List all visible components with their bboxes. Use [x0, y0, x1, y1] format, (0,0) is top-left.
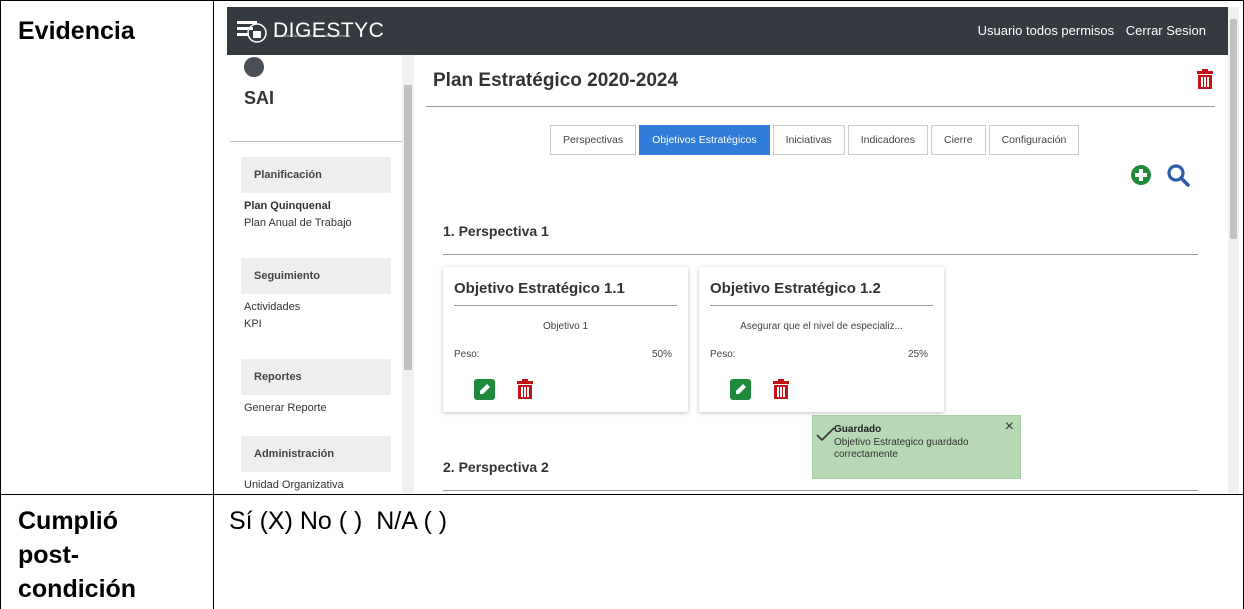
sidebar-item-unidad-organizativa[interactable]: Unidad Organizativa: [244, 479, 344, 491]
perspective-1-title: 1. Perspectiva 1: [443, 223, 549, 239]
pencil-icon: [736, 384, 746, 394]
card-weight-value: 25%: [907, 349, 928, 360]
table-border: [213, 0, 214, 609]
card-weight-value: 50%: [651, 349, 672, 360]
sidebar: SAI Planificación Plan Quinquenal Plan A…: [227, 55, 414, 493]
tab-cierre[interactable]: Cierre: [930, 125, 986, 155]
user-menu: Usuario todos permisos Cerrar Sesion: [970, 23, 1206, 38]
card-divider: [710, 305, 933, 306]
sai-logo-icon: [244, 57, 264, 77]
delete-plan-button[interactable]: [1196, 69, 1214, 94]
post-condition-label-3: condición: [18, 575, 137, 603]
digestyc-logo[interactable]: DIGESTYC: [237, 17, 384, 45]
toast-message: Objetivo Estrategico guardado correctame…: [834, 437, 969, 460]
perspective-2-title: 2. Perspectiva 2: [443, 459, 549, 475]
search-button[interactable]: [1166, 163, 1190, 192]
pencil-icon: [480, 384, 490, 394]
edit-button[interactable]: [730, 379, 751, 400]
edit-button[interactable]: [474, 379, 495, 400]
perspective-2-divider: [443, 490, 1198, 491]
sidebar-section-seguimiento[interactable]: Seguimiento: [241, 258, 391, 294]
trash-icon: [517, 379, 533, 399]
page-title: Plan Estratégico 2020-2024: [433, 70, 679, 91]
table-border: [0, 494, 1244, 495]
evidence-label: Evidencia: [18, 17, 135, 45]
tab-iniciativas[interactable]: Iniciativas: [772, 125, 845, 155]
tab-configuracion[interactable]: Configuración: [988, 125, 1080, 155]
tab-objetivos-estrategicos[interactable]: Objetivos Estratégicos: [639, 125, 770, 155]
title-divider: [426, 106, 1215, 107]
card-description: Objetivo 1: [542, 321, 589, 332]
sidebar-section-planificacion[interactable]: Planificación: [241, 157, 391, 193]
trash-icon: [1197, 69, 1213, 89]
table-border: [0, 0, 1244, 1]
plus-circle-icon: [1131, 165, 1151, 185]
sidebar-item-kpi[interactable]: KPI: [244, 318, 262, 330]
card-title: Objetivo Estratégico 1.1: [454, 280, 625, 297]
close-icon[interactable]: ×: [1005, 418, 1014, 436]
search-icon: [1167, 164, 1190, 187]
tab-bar: Perspectivas Objetivos Estratégicos Inic…: [550, 125, 1082, 155]
card-weight-label: Peso:: [454, 349, 480, 360]
top-navbar: DIGESTYC Dirección General de Estadístic…: [227, 7, 1228, 55]
card-weight-label: Peso:: [710, 349, 736, 360]
logout-link[interactable]: Cerrar Sesion: [1126, 23, 1206, 38]
main-content: Plan Estratégico 2020-2024 Perspectivas …: [414, 55, 1228, 493]
tab-indicadores[interactable]: Indicadores: [847, 125, 928, 155]
sidebar-scrollbar[interactable]: [402, 55, 414, 493]
objective-card: Objetivo Estratégico 1.1 Objetivo 1 Peso…: [443, 267, 688, 412]
sidebar-item-plan-anual[interactable]: Plan Anual de Trabajo: [244, 217, 352, 229]
card-divider: [454, 305, 677, 306]
check-icon: [816, 427, 835, 442]
logo-text: DIGESTYC: [273, 19, 385, 42]
page-scrollbar-thumb[interactable]: [1230, 19, 1237, 239]
delete-button[interactable]: [772, 379, 790, 404]
toast-title: Guardado: [834, 424, 882, 435]
perspective-1-divider: [443, 254, 1198, 255]
tab-perspectivas[interactable]: Perspectivas: [550, 125, 637, 155]
sidebar-title: SAI: [244, 88, 275, 108]
sidebar-section-reportes[interactable]: Reportes: [241, 359, 391, 395]
post-condition-answer: Sí (X) No ( ) N/A ( ): [229, 507, 448, 535]
sidebar-section-administracion[interactable]: Administración: [241, 436, 391, 472]
app-screenshot: DIGESTYC Dirección General de Estadístic…: [227, 7, 1239, 493]
user-link[interactable]: Usuario todos permisos: [978, 23, 1115, 38]
sidebar-divider: [230, 141, 402, 142]
sidebar-item-plan-quinquenal[interactable]: Plan Quinquenal: [244, 200, 331, 212]
sidebar-scrollbar-thumb[interactable]: [404, 85, 412, 370]
table-border: [0, 0, 1, 609]
sidebar-item-generar-reporte[interactable]: Generar Reporte: [244, 402, 327, 414]
post-condition-label-1: Cumplió: [18, 507, 118, 535]
logo-subtitle: Dirección General de Estadística y Censo…: [274, 33, 351, 38]
logo-icon: [237, 21, 267, 43]
sidebar-item-actividades[interactable]: Actividades: [244, 301, 300, 313]
post-condition-label-2: post-: [18, 541, 80, 569]
add-button[interactable]: [1131, 165, 1151, 190]
toast-notification: Guardado Objetivo Estrategico guardado c…: [812, 415, 1021, 479]
trash-icon: [773, 379, 789, 399]
card-description: Asegurar que el nivel de especializ...: [740, 321, 903, 332]
objective-card: Objetivo Estratégico 1.2 Asegurar que el…: [699, 267, 944, 412]
card-title: Objetivo Estratégico 1.2: [710, 280, 881, 297]
page-scrollbar[interactable]: [1228, 7, 1239, 493]
delete-button[interactable]: [516, 379, 534, 404]
